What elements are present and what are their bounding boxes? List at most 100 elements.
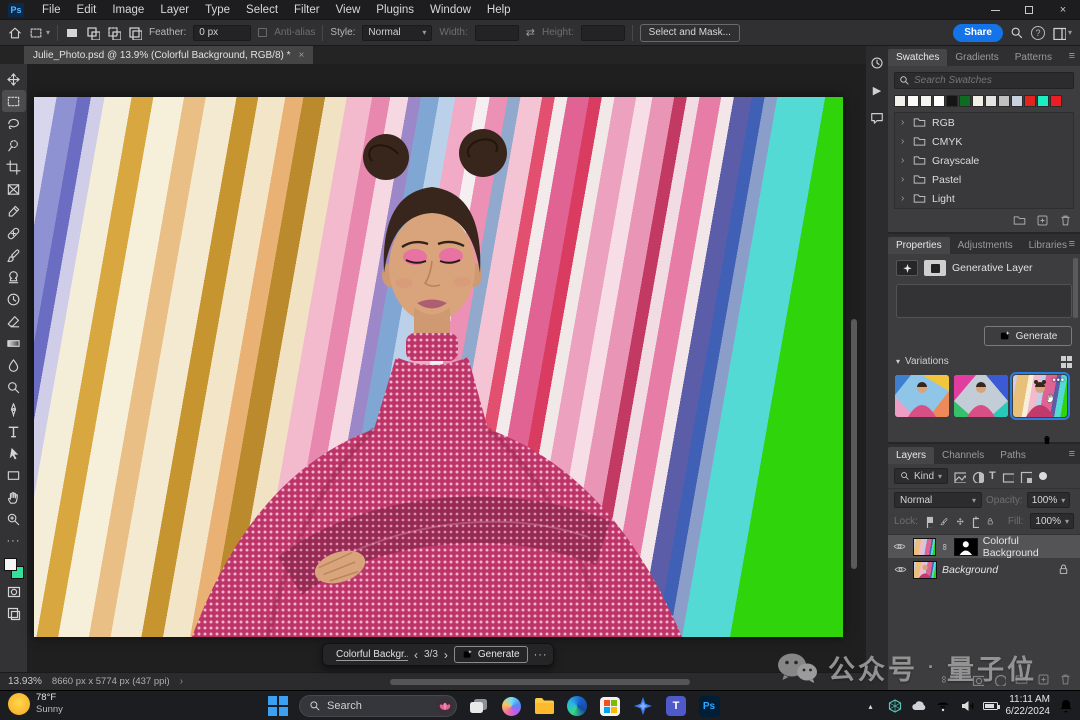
microsoft-store-button[interactable] [598,694,622,718]
onedrive-icon[interactable] [911,698,927,714]
vertical-scrollbar[interactable] [849,128,859,720]
anti-alias-checkbox[interactable] [258,28,268,37]
comments-panel-icon[interactable] [870,111,884,125]
swatch-5[interactable] [959,95,971,107]
filter-shape-layers-icon[interactable] [1001,470,1014,483]
gradient-tool[interactable] [2,332,26,354]
swatch-6[interactable] [972,95,984,107]
move-tool[interactable] [2,68,26,90]
menu-view[interactable]: View [328,4,369,16]
menu-edit[interactable]: Edit [69,4,105,16]
expand-chevron-icon[interactable]: › [901,136,907,147]
lock-all-icon[interactable] [986,515,994,528]
generate-button[interactable]: Generate [453,646,528,663]
menu-select[interactable]: Select [238,4,286,16]
new-swatch-icon[interactable] [1036,214,1049,227]
previous-variation-icon[interactable]: ‹ [414,649,418,661]
document-canvas[interactable] [34,97,843,637]
document-tab[interactable]: Julie_Photo.psd @ 13.9% (Colorful Backgr… [24,46,314,64]
maximize-button[interactable] [1012,0,1046,20]
battery-icon[interactable] [982,702,1000,710]
swatch-7[interactable] [985,95,997,107]
variation-thumbnail-2[interactable] [954,374,1008,417]
actions-panel-icon[interactable]: ▶ [873,84,881,97]
filter-type-layers-icon[interactable]: T [989,470,996,482]
lock-pixels-icon[interactable] [940,515,948,528]
tab-swatches[interactable]: Swatches [888,49,948,66]
filter-adjustment-layers-icon[interactable] [971,470,985,483]
layer-row-colorful-background[interactable]: ∞ Colorful Background [888,535,1080,559]
close-button[interactable]: × [1046,0,1080,20]
horizontal-scrollbar-thumb[interactable] [390,679,690,685]
expand-chevron-icon[interactable]: › [901,193,907,204]
fill-select[interactable]: 100% ▾ [1030,513,1075,529]
copilot-button[interactable] [499,694,523,718]
rectangular-marquee-tool[interactable] [1,90,26,112]
lasso-tool[interactable] [2,112,26,134]
layer-visibility-icon[interactable] [894,563,907,576]
path-selection-tool[interactable] [2,442,26,464]
menu-plugins[interactable]: Plugins [368,4,422,16]
dodge-tool[interactable] [2,376,26,398]
new-layer-icon[interactable] [1037,673,1050,686]
panel-menu-icon[interactable]: ≡ [1069,50,1076,62]
blend-mode-select[interactable]: Normal ▾ [894,492,982,508]
rectangle-tool[interactable] [2,464,26,486]
type-tool[interactable] [2,420,26,442]
variation-thumbnail-3-selected[interactable]: ••• [1010,371,1070,420]
variation-options-icon[interactable]: ••• [1053,375,1065,385]
menu-window[interactable]: Window [422,4,479,16]
lock-artboard-icon[interactable] [971,515,980,528]
layer-mask-thumbnail[interactable] [954,537,978,556]
swatch-4[interactable] [946,95,958,107]
lock-transparency-icon[interactable] [925,515,934,528]
swatch-10[interactable] [1024,95,1036,107]
swatch-search-input[interactable] [914,75,1044,86]
generation-name-input[interactable] [336,648,408,661]
weather-widget[interactable]: 78°F Sunny [8,692,63,716]
swatch-group-pastel[interactable]: › Pastel [895,170,1073,189]
swatch-9[interactable] [1011,95,1023,107]
taskbar-clock[interactable]: 11:11 AM 6/22/2024 [1006,694,1051,719]
close-tab-icon[interactable]: × [299,50,305,61]
crop-tool[interactable] [2,156,26,178]
menu-help[interactable]: Help [479,4,519,16]
help-icon[interactable]: ? [1030,25,1045,40]
style-select[interactable]: Normal ▾ [362,24,433,41]
brush-tool[interactable] [2,244,26,266]
add-selection-mode-button[interactable] [86,26,101,40]
file-explorer-button[interactable] [532,694,556,718]
teams-button[interactable]: T [664,694,688,718]
object-selection-tool[interactable] [2,134,26,156]
tab-layers[interactable]: Layers [888,447,935,464]
photoshop-taskbar-button[interactable]: Ps [697,694,721,720]
swatch-search-box[interactable] [894,72,1074,89]
prompt-textarea[interactable] [896,284,1072,318]
swatch-3[interactable] [933,95,945,107]
task-view-button[interactable] [466,694,490,718]
tab-paths[interactable]: Paths [992,447,1034,464]
healing-brush-tool[interactable] [2,222,26,244]
expand-chevron-icon[interactable]: › [901,155,907,166]
share-button[interactable]: Share [953,23,1003,42]
menu-type[interactable]: Type [197,4,238,16]
minimize-button[interactable] [978,0,1012,20]
color-swatch-control[interactable] [3,558,25,580]
grid-view-icon[interactable] [1060,356,1072,368]
layer-thumbnail[interactable] [912,537,937,556]
search-icon[interactable] [1010,26,1024,40]
hand-tool[interactable] [2,486,26,508]
new-group-icon[interactable] [1013,214,1026,227]
history-panel-icon[interactable] [870,56,884,70]
zoom-tool[interactable] [2,508,26,530]
screen-mode-button[interactable] [2,602,26,624]
swap-dimensions-icon[interactable]: ⇄ [526,26,535,39]
pen-tool[interactable] [2,398,26,420]
generate-button[interactable]: Generate [984,326,1072,346]
tab-patterns[interactable]: Patterns [1007,49,1060,66]
delete-layer-icon[interactable] [1059,673,1072,686]
layer-visibility-icon[interactable] [893,540,906,553]
menu-filter[interactable]: Filter [286,4,328,16]
expand-chevron-icon[interactable]: › [901,117,907,128]
layer-row-background[interactable]: Background [888,558,1080,581]
